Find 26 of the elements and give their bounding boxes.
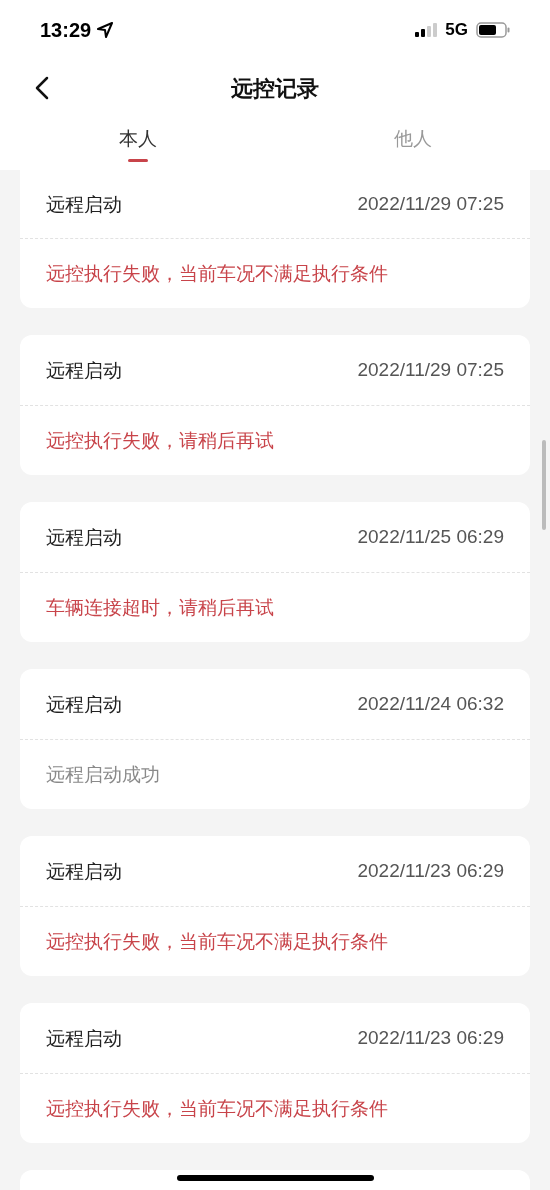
tab[interactable]: 本人 [0, 116, 275, 170]
page-title: 远控记录 [231, 74, 319, 103]
signal-icon [415, 23, 438, 37]
result-message: 车辆连接超时，请稍后再试 [46, 595, 274, 621]
record-time: 2022/11/24 06:32 [357, 691, 504, 716]
result-message: 远控执行失败，当前车况不满足执行条件 [46, 1096, 388, 1122]
action-label: 远程启动 [46, 858, 122, 884]
action-label: 远程启动 [46, 691, 122, 717]
action-label: 远程启动 [46, 191, 122, 217]
result-message: 远程启动成功 [46, 762, 160, 788]
location-arrow-icon [97, 22, 114, 38]
back-chevron-icon [35, 76, 49, 100]
record-time: 2022/11/29 07:25 [357, 191, 504, 216]
record-time: 2022/11/25 06:29 [357, 524, 504, 549]
record-time: 2022/11/23 06:29 [357, 1025, 504, 1050]
record-time: 2022/11/29 07:25 [357, 357, 504, 382]
result-message: 远控执行失败，请稍后再试 [46, 428, 274, 454]
action-label: 远程启动 [46, 1025, 122, 1051]
action-label: 远程启动 [46, 524, 122, 550]
result-message: 远控执行失败，当前车况不满足执行条件 [46, 929, 388, 955]
clock-time: 13:29 [40, 18, 92, 43]
action-label: 远程启动 [46, 357, 122, 383]
battery-icon [476, 22, 510, 38]
network-label: 5G [445, 19, 468, 42]
result-message: 远控执行失败，当前车况不满足执行条件 [46, 261, 388, 287]
record-time: 2022/11/23 06:29 [357, 858, 504, 883]
